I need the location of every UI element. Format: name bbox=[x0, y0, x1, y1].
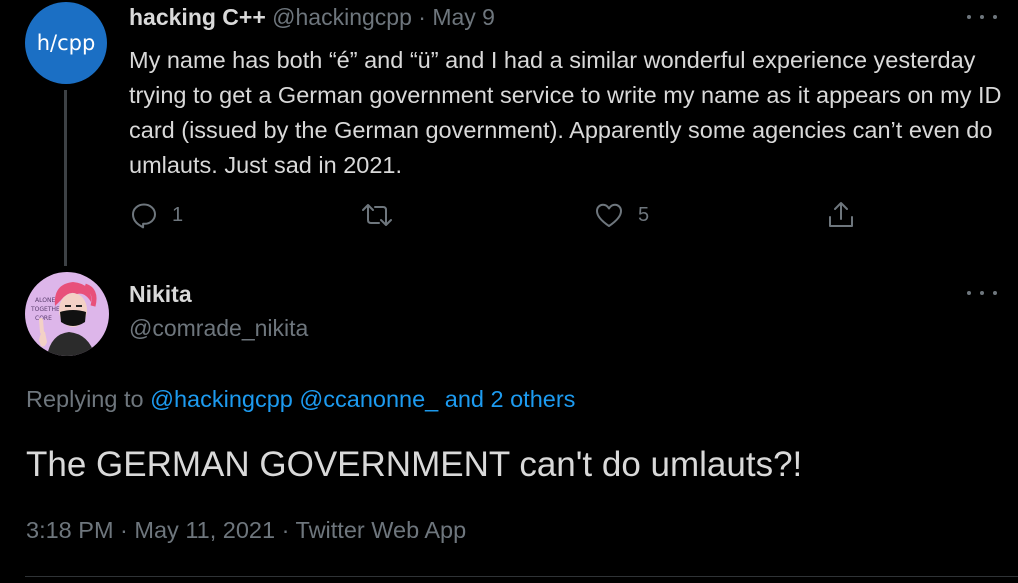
reply-count: 1 bbox=[172, 203, 184, 226]
parent-tweet-header: hacking C++ @hackingcpp · May 9 bbox=[129, 4, 495, 31]
svg-text:CORE: CORE bbox=[35, 315, 52, 322]
svg-text:ALONE: ALONE bbox=[35, 297, 55, 304]
reply-button[interactable]: 1 bbox=[130, 200, 183, 230]
nikita-avatar-illustration: ALONE TOGETHER CORE bbox=[25, 272, 109, 356]
parent-display-name[interactable]: hacking C++ bbox=[129, 4, 266, 30]
share-button[interactable] bbox=[826, 200, 856, 230]
more-dots-icon[interactable] bbox=[967, 11, 997, 23]
more-dots-icon[interactable] bbox=[967, 287, 997, 299]
thread-connector-line bbox=[64, 90, 67, 266]
author-display-name[interactable]: Nikita bbox=[129, 281, 192, 308]
share-icon bbox=[829, 202, 853, 227]
divider bbox=[25, 576, 1018, 577]
author-handle[interactable]: @comrade_nikita bbox=[129, 315, 308, 342]
nikita-avatar[interactable]: ALONE TOGETHER CORE bbox=[25, 272, 109, 356]
main-tweet-text: The GERMAN GOVERNMENT can't do umlauts?! bbox=[26, 445, 803, 484]
header-separator: · bbox=[418, 4, 426, 30]
reply-mention-others[interactable]: and 2 others bbox=[445, 386, 576, 412]
reply-mention-ccanonne[interactable]: @ccanonne_ bbox=[299, 386, 438, 412]
parent-tweet-text: My name has both “é” and “ü” and I had a… bbox=[129, 47, 1002, 178]
tweet-thread: h/cpp hacking C++ @hackingcpp · May 9 My… bbox=[0, 0, 1018, 583]
like-button[interactable]: 5 bbox=[594, 200, 649, 230]
parent-handle[interactable]: @hackingcpp bbox=[272, 4, 412, 30]
heart-icon bbox=[596, 203, 622, 227]
hackingcpp-avatar[interactable]: h/cpp bbox=[25, 2, 107, 84]
reply-icon bbox=[132, 203, 156, 229]
parent-date[interactable]: May 9 bbox=[432, 4, 495, 30]
svg-text:TOGETHER: TOGETHER bbox=[30, 306, 64, 313]
reply-mention-hackingcpp[interactable]: @hackingcpp bbox=[150, 386, 293, 412]
replying-prefix: Replying to bbox=[26, 386, 144, 412]
replying-to-line: Replying to @hackingcpp @ccanonne_ and 2… bbox=[26, 386, 575, 413]
hcpp-logo: h/cpp bbox=[36, 31, 96, 55]
retweet-button[interactable] bbox=[360, 200, 394, 230]
retweet-icon bbox=[362, 204, 392, 226]
like-count: 5 bbox=[638, 203, 650, 226]
tweet-timestamp[interactable]: 3:18 PM · May 11, 2021 · Twitter Web App bbox=[26, 517, 466, 544]
